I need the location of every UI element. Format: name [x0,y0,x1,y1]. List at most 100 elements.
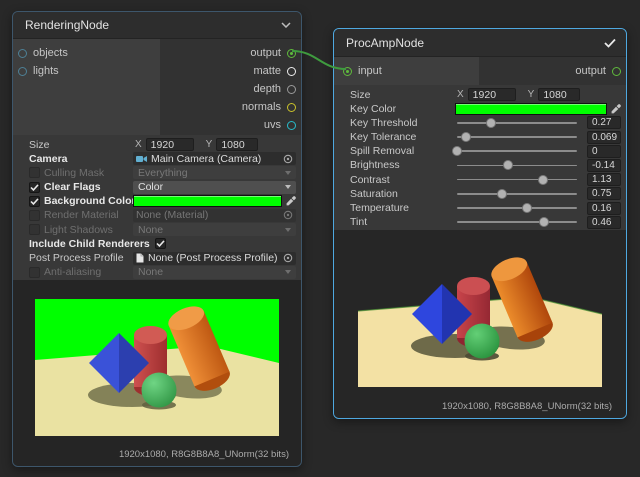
key-color-swatch[interactable] [455,103,607,115]
rendering-node[interactable]: RenderingNode objects lights output matt… [12,11,302,467]
camera-icon [136,155,147,163]
port-circle-icon[interactable] [612,67,621,76]
output-port-uvs[interactable]: uvs [160,116,301,134]
include-child-renderers-label: Include Child Renderers [29,238,150,250]
clear-flags-dropdown[interactable]: Color [133,181,296,194]
size-x-input[interactable]: 1920 [468,88,516,101]
brightness-value[interactable]: -0.14 [587,159,621,172]
light-shadows-checkbox[interactable] [29,224,40,235]
eyedropper-icon[interactable] [611,104,621,114]
port-label: lights [33,65,59,77]
contrast-value[interactable]: 1.13 [587,173,621,186]
anti-aliasing-label: Anti-aliasing [44,266,101,278]
render-material-object-field[interactable]: None (Material) [133,209,296,222]
background-color-swatch[interactable] [133,195,282,207]
contrast-slider[interactable] [455,173,579,186]
port-circle-icon[interactable] [287,85,296,94]
field-row-spill-removal: Spill Removal 0 [350,145,621,158]
size-x-input[interactable]: 1920 [146,138,194,151]
green-sphere [142,372,177,407]
key-threshold-value[interactable]: 0.27 [587,116,621,129]
saturation-slider[interactable] [455,187,579,200]
brightness-slider[interactable] [455,159,579,172]
field-row-culling-mask: Culling Mask Everything [29,166,296,179]
slider-handle[interactable] [539,217,549,227]
spill-removal-value[interactable]: 0 [587,145,621,158]
slider-handle[interactable] [522,203,532,213]
tint-value[interactable]: 0.46 [587,216,621,229]
port-label: output [250,47,281,59]
output-ports-column: output matte depth normals uvs [160,39,301,135]
tint-slider[interactable] [455,216,579,229]
rendering-node-header[interactable]: RenderingNode [13,12,301,39]
output-port-normals[interactable]: normals [160,98,301,116]
preview-caption: 1920x1080, R8G8B8A8_UNorm(32 bits) [119,449,301,460]
x-axis-label: X [457,89,464,100]
preview-caption: 1920x1080, R8G8B8A8_UNorm(32 bits) [442,401,626,412]
render-material-checkbox[interactable] [29,210,40,221]
field-row-post-process-profile: Post Process Profile None (Post Process … [29,252,296,265]
port-circle-icon[interactable] [343,67,352,76]
slider-label: Brightness [350,159,400,171]
key-color-label: Key Color [350,103,396,115]
size-y-input[interactable]: 1080 [538,88,580,101]
light-shadows-dropdown[interactable]: None [133,223,296,236]
field-row-anti-aliasing: Anti-aliasing None [29,266,296,279]
slider-label: Key Threshold [350,117,418,129]
culling-mask-dropdown[interactable]: Everything [133,166,296,179]
camera-object-value: Main Camera (Camera) [151,153,279,165]
output-port-output[interactable]: output [479,57,626,85]
slider-handle[interactable] [503,160,513,170]
slider-handle[interactable] [452,146,462,156]
post-process-profile-object-field[interactable]: None (Post Process Profile) [133,252,296,265]
field-row-size: Size X 1920 Y 1080 [29,138,296,151]
key-threshold-slider[interactable] [455,116,579,129]
culling-mask-checkbox[interactable] [29,167,40,178]
key-tolerance-value[interactable]: 0.069 [587,131,621,144]
field-row-brightness: Brightness -0.14 [350,159,621,172]
anti-aliasing-dropdown[interactable]: None [133,266,296,279]
object-picker-icon[interactable] [283,253,293,263]
slider-handle[interactable] [461,132,471,142]
input-port-input[interactable]: input [334,57,479,85]
procamp-node-header[interactable]: ProcAmpNode [334,29,626,57]
saturation-value[interactable]: 0.75 [587,187,621,200]
object-picker-icon[interactable] [283,154,293,164]
port-circle-icon[interactable] [287,49,296,58]
output-port-depth[interactable]: depth [160,80,301,98]
object-picker-icon[interactable] [283,210,293,220]
size-y-input[interactable]: 1080 [216,138,258,151]
chevron-down-icon[interactable] [281,22,291,28]
temperature-slider[interactable] [455,202,579,215]
port-label: objects [33,47,68,59]
port-circle-icon[interactable] [287,67,296,76]
include-child-renderers-checkbox[interactable] [155,238,166,249]
input-port-objects[interactable]: objects [13,44,160,62]
clear-flags-label: Clear Flags [44,181,101,193]
output-port-matte[interactable]: matte [160,62,301,80]
port-circle-icon[interactable] [18,67,27,76]
port-circle-icon[interactable] [287,121,296,130]
procamp-node[interactable]: ProcAmpNode input output Size X 1920 Y 1… [333,28,627,419]
anti-aliasing-checkbox[interactable] [29,267,40,278]
rendering-node-title: RenderingNode [25,18,281,32]
spill-removal-slider[interactable] [455,145,579,158]
clear-flags-checkbox[interactable] [29,182,40,193]
size-label: Size [350,89,370,101]
camera-object-field[interactable]: Main Camera (Camera) [133,152,296,165]
field-row-key-color: Key Color [350,102,621,115]
slider-handle[interactable] [497,189,507,199]
slider-handle[interactable] [486,118,496,128]
key-tolerance-slider[interactable] [455,131,579,144]
port-circle-icon[interactable] [18,49,27,58]
field-row-contrast: Contrast 1.13 [350,173,621,186]
input-port-lights[interactable]: lights [13,62,160,80]
temperature-value[interactable]: 0.16 [587,202,621,215]
field-row-include-child-renderers: Include Child Renderers [29,237,296,250]
output-port-output[interactable]: output [160,44,301,62]
port-circle-icon[interactable] [287,103,296,112]
slider-handle[interactable] [538,175,548,185]
background-color-checkbox[interactable] [29,196,40,207]
eyedropper-icon[interactable] [286,196,296,206]
node-enabled-check-icon[interactable] [604,38,616,48]
